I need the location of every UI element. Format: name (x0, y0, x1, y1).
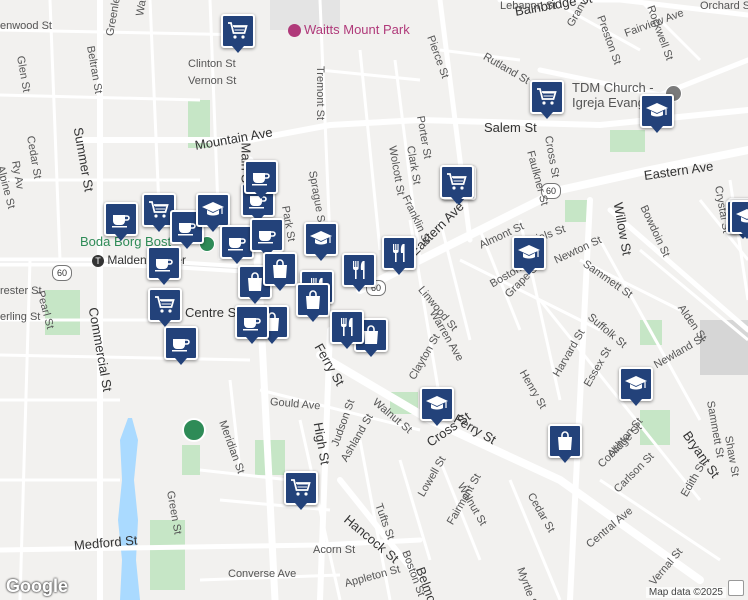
coffee-icon (249, 165, 273, 189)
coffee-pin[interactable] (244, 160, 278, 199)
school-pin[interactable] (730, 200, 748, 239)
map-attribution[interactable]: Map data ©2025 (645, 587, 726, 598)
coffee-icon (240, 310, 264, 334)
cart-icon (535, 85, 559, 109)
street-label: erling St (0, 311, 41, 323)
park-marker-icon (288, 24, 301, 38)
coffee-pin[interactable] (250, 218, 284, 257)
river (118, 418, 140, 600)
street-label: Orchard St (700, 0, 748, 12)
shopping-bag-pin[interactable] (296, 283, 330, 322)
coffee-icon (255, 223, 279, 247)
park-marker-icon[interactable] (182, 418, 206, 442)
map-canvas[interactable]: Waitts Mount Park TDM Church - Igreja Ev… (0, 0, 748, 600)
bag-icon (268, 257, 292, 281)
school-icon (517, 241, 541, 265)
park-area (182, 445, 200, 475)
street-label: Tremont St (314, 66, 326, 120)
shopping-cart-pin[interactable] (148, 288, 182, 327)
street-label: Vernon St (188, 75, 237, 87)
restaurant-icon (387, 241, 411, 265)
route-60-shield: 60 (52, 265, 72, 281)
shopping-cart-pin[interactable] (440, 165, 474, 204)
cart-icon (289, 476, 313, 500)
park-area (610, 130, 645, 152)
school-pin[interactable] (196, 193, 230, 232)
cart-icon (147, 198, 171, 222)
coffee-pin[interactable] (235, 305, 269, 344)
coffee-pin[interactable] (147, 246, 181, 285)
coffee-icon (169, 331, 193, 355)
school-icon (624, 372, 648, 396)
school-icon (735, 205, 748, 229)
shopping-cart-pin[interactable] (530, 80, 564, 119)
school-icon (201, 198, 225, 222)
coffee-icon (225, 230, 249, 254)
street-label: enwood St (0, 20, 52, 32)
restaurant-icon (335, 315, 359, 339)
google-logo[interactable]: Google (6, 576, 68, 597)
street-label: Acorn St (313, 544, 356, 556)
shopping-bag-pin[interactable] (548, 424, 582, 463)
fullscreen-icon[interactable] (728, 580, 744, 596)
shopping-cart-pin[interactable] (221, 14, 255, 53)
park-area (640, 410, 670, 445)
street-label: Lebanon St (500, 0, 557, 12)
street-label: Clinton St (188, 58, 236, 70)
school-icon (645, 99, 669, 123)
park-area (565, 200, 587, 222)
place-label-waitts-mount-park: Waitts Mount Park (288, 22, 410, 38)
street-label: Centre St (185, 305, 240, 320)
cart-icon (445, 170, 469, 194)
building-area (700, 320, 748, 375)
bag-icon (553, 429, 577, 453)
cart-icon (226, 19, 250, 43)
transit-icon: T (92, 254, 104, 267)
restaurant-pin[interactable] (382, 236, 416, 275)
coffee-pin[interactable] (164, 326, 198, 365)
school-pin[interactable] (304, 222, 338, 261)
restaurant-pin[interactable] (342, 253, 376, 292)
street-label: Salem St (484, 120, 537, 135)
cart-icon (153, 293, 177, 317)
bag-icon (301, 288, 325, 312)
place-label-tdm-church: TDM Church - (572, 80, 654, 95)
restaurant-icon (347, 258, 371, 282)
street-label: rester St (0, 285, 42, 297)
shopping-cart-pin[interactable] (284, 471, 318, 510)
coffee-icon (109, 207, 133, 231)
school-pin[interactable] (512, 236, 546, 275)
school-pin[interactable] (619, 367, 653, 406)
school-icon (425, 392, 449, 416)
coffee-pin[interactable] (104, 202, 138, 241)
shopping-bag-pin[interactable] (263, 252, 297, 291)
coffee-icon (152, 251, 176, 275)
restaurant-pin[interactable] (330, 310, 364, 349)
school-icon (309, 227, 333, 251)
street-label: Converse Ave (228, 568, 297, 580)
school-pin[interactable] (420, 387, 454, 426)
coffee-pin[interactable] (220, 225, 254, 264)
school-pin[interactable] (640, 94, 674, 133)
